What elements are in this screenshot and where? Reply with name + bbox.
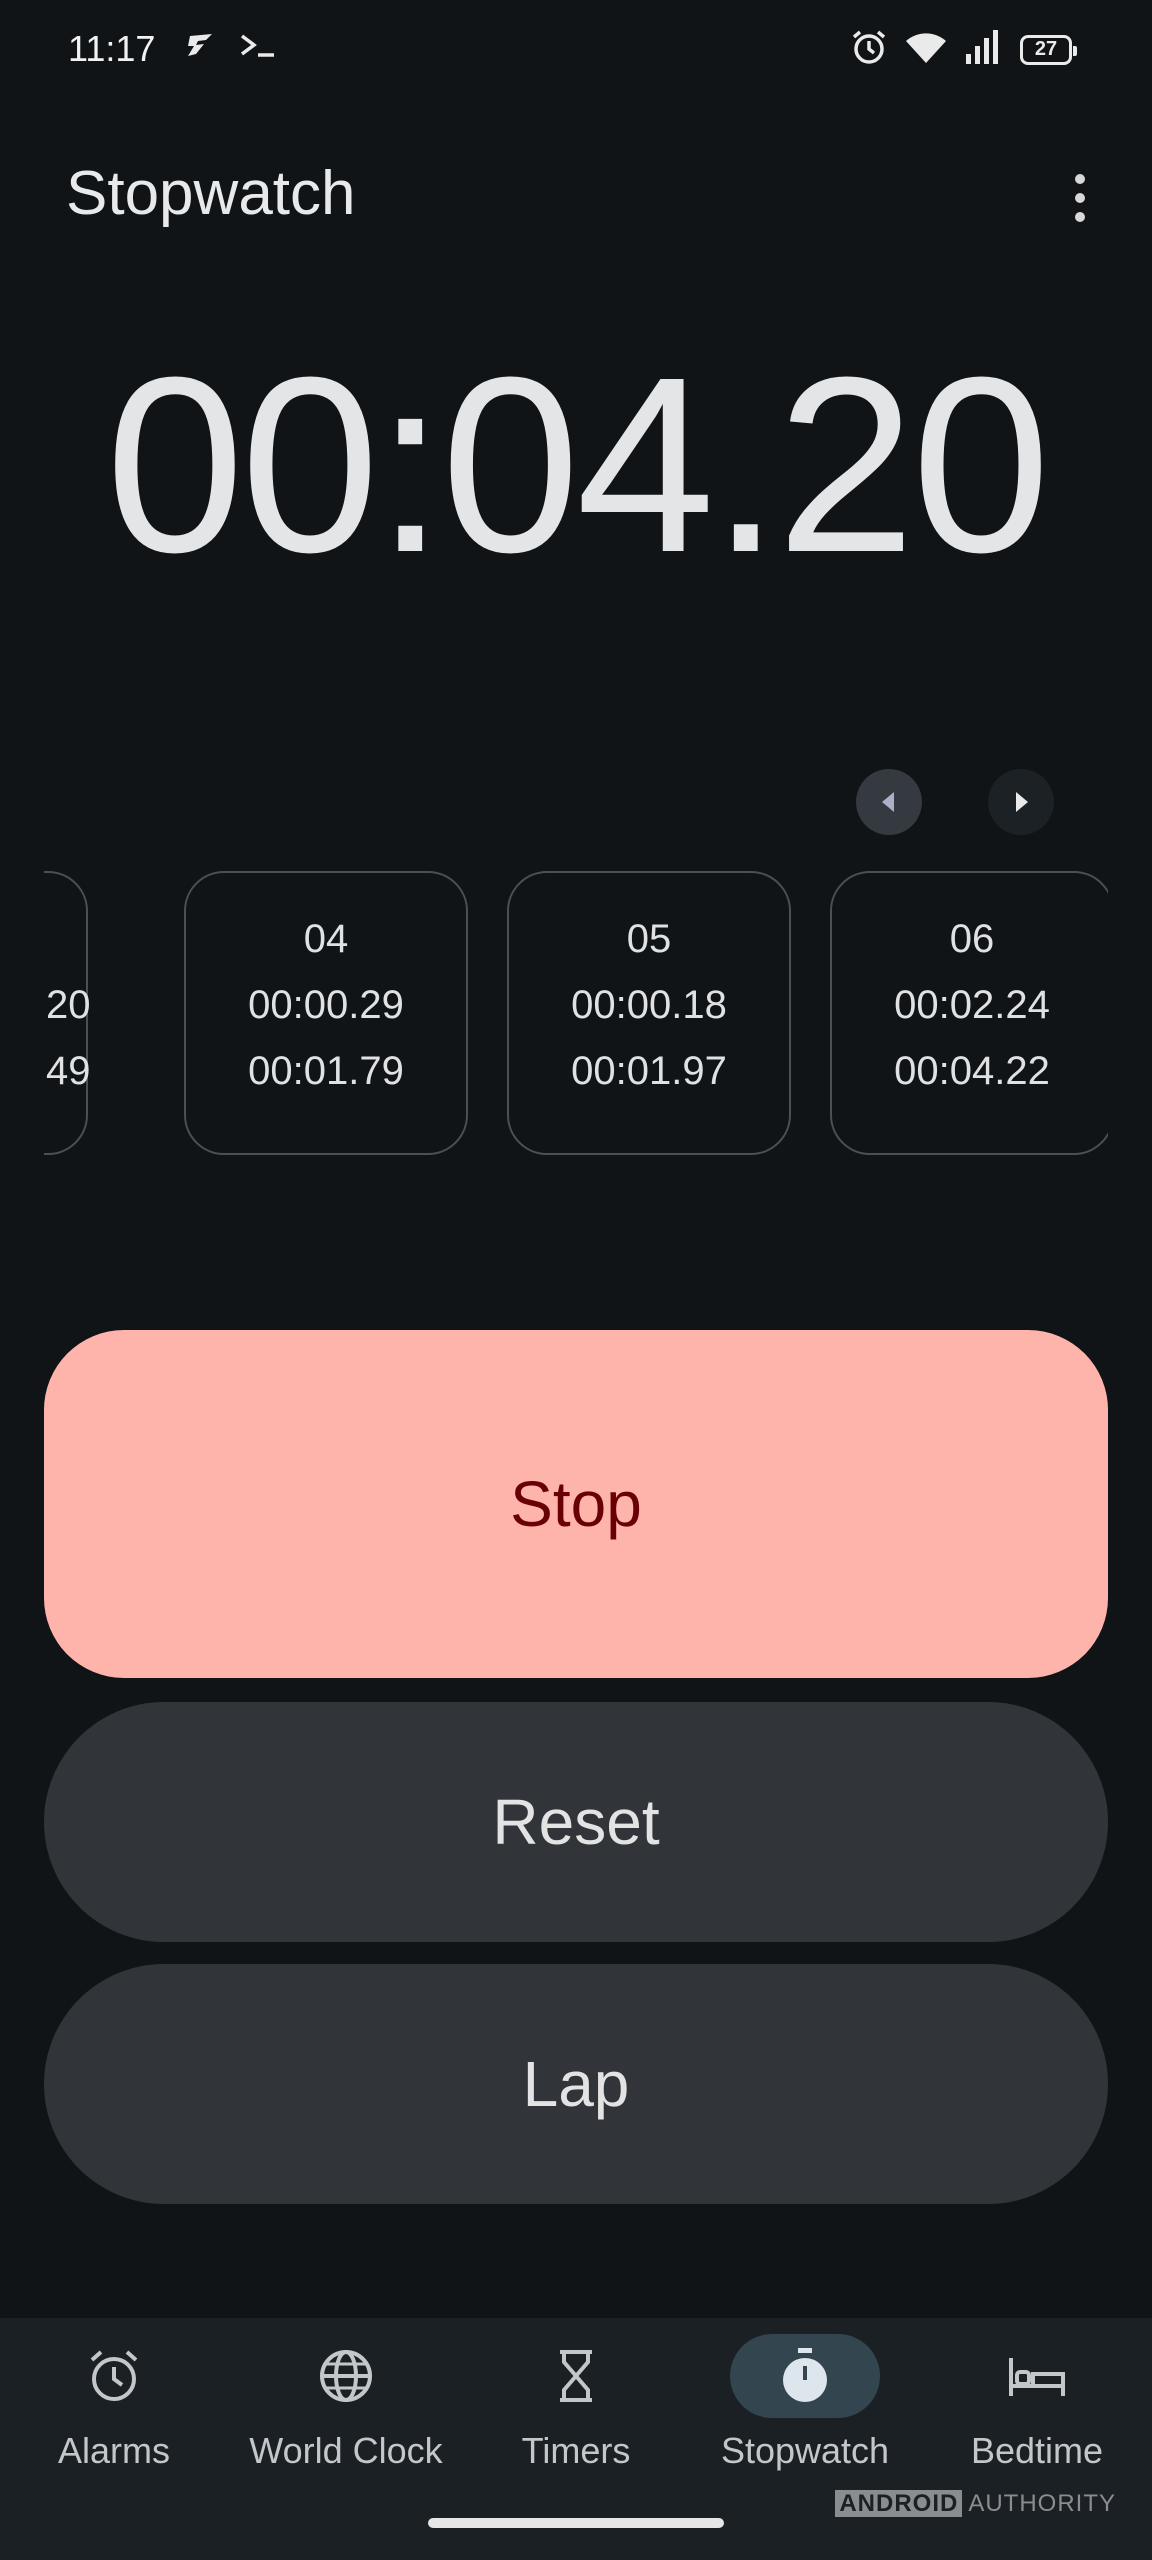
nav-icon-container [271,2334,421,2418]
more-vert-dot [1075,212,1085,222]
lap-split: 00:02.24 [894,983,1050,1027]
nav-icon-container [39,2334,189,2418]
watermark-logo: ANDROID AUTHORITY [835,2490,1116,2518]
flash-app-icon [182,30,216,65]
more-vert-icon [1075,174,1085,184]
lap-total: 00:01.79 [248,1049,404,1093]
wifi-icon [904,29,948,70]
bed-icon [1009,2358,1065,2396]
status-system-icons: 27 [850,28,1077,71]
lap-split: 20 [46,983,91,1027]
elapsed-time-display: 00:04.20 [105,325,1050,604]
watermark-brand-box: ANDROID [835,2490,963,2517]
alarm-icon [90,2350,138,2401]
nav-icon-container [962,2334,1112,2418]
chevron-right-icon [1016,792,1028,812]
hourglass-icon [560,2350,592,2402]
lap-number: 05 [626,917,672,961]
status-notification-icons [182,30,278,65]
lap-number: 04 [303,917,349,961]
alarm-clock-icon [850,28,888,71]
lap-split: 00:00.18 [571,983,727,1027]
lap-card-partial: 20 49 [44,871,91,1155]
previous-lap-button[interactable] [856,769,922,835]
terminal-icon [238,30,278,65]
watermark-brand-text: AUTHORITY [968,2490,1116,2517]
nav-label: Timers [521,2430,631,2471]
chevron-left-icon [882,792,894,812]
lap-total: 00:01.97 [571,1049,727,1093]
battery-icon: 27 [1020,34,1077,65]
lap-total: 49 [46,1049,91,1093]
status-bar: 11:17 27 [0,0,1152,100]
lap-card: 05 00:00.18 00:01.97 [507,871,791,1155]
nav-label: Bedtime [970,2430,1104,2471]
home-indicator[interactable] [428,2518,724,2528]
nav-label: Alarms [57,2430,170,2471]
nav-icon-container [501,2334,651,2418]
lap-total: 00:04.22 [894,1049,1050,1093]
nav-timers[interactable]: Timers [500,2318,652,2508]
nav-alarms[interactable]: Alarms [38,2318,190,2508]
nav-label: Stopwatch [720,2430,890,2471]
nav-bedtime[interactable]: Bedtime [956,2318,1118,2508]
lap-card: 06 00:02.24 00:04.22 [830,871,1108,1155]
next-lap-button[interactable] [988,769,1054,835]
stop-button[interactable]: Stop [44,1330,1108,1678]
page-title: Stopwatch [66,159,356,228]
lap-split: 00:00.29 [248,983,404,1027]
lap-card: 04 00:00.29 00:01.79 [184,871,468,1155]
nav-world-clock[interactable]: World Clock [236,2318,456,2508]
more-vert-dot [1075,193,1085,203]
status-time: 11:17 [68,28,156,69]
lap-button[interactable]: Lap [44,1964,1108,2204]
more-options-button[interactable] [1060,168,1100,228]
nav-icon-container [730,2334,880,2418]
globe-icon [320,2350,372,2402]
lap-list[interactable]: 20 49 04 00:00.29 00:01.79 05 00:00.18 0… [44,871,1108,1159]
reset-button[interactable]: Reset [44,1702,1108,1942]
stopwatch-icon [783,2348,827,2402]
signal-icon [964,28,1004,71]
nav-label: World Clock [249,2430,443,2471]
lap-number: 06 [949,917,995,961]
nav-stopwatch[interactable]: Stopwatch [700,2318,910,2508]
